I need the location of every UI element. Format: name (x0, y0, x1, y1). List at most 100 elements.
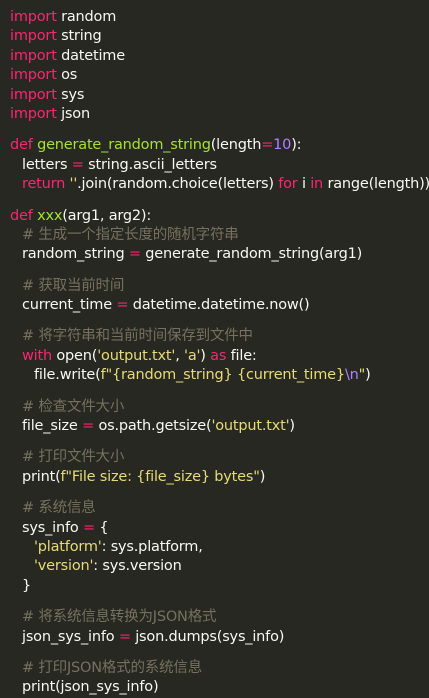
module-name: random (56, 9, 117, 25)
expression: : sys.version (93, 558, 182, 575)
variable: current_time (22, 297, 112, 314)
code-line-close-brace: } (10, 577, 429, 596)
module-name: json (56, 105, 90, 122)
module-name: sys (56, 86, 85, 103)
keyword-import: import (10, 28, 57, 45)
string-literal: f"File size: {file_size} bytes" (60, 468, 260, 485)
operator-eq: = (111, 297, 133, 314)
code-line-def-generate: def generate_random_string(length=10): (10, 136, 429, 155)
escape-sequence: \n (344, 367, 359, 384)
expression: , (175, 347, 185, 364)
keyword-import: import (10, 86, 57, 103)
signature: (arg1, arg2): (62, 207, 152, 224)
code-line-sys-info: sys_info = { (10, 519, 429, 538)
code-line-file-size: file_size = os.path.getsize('output.txt'… (10, 417, 429, 436)
expression: json.dumps(sys_info) (135, 628, 285, 645)
expression: os.path.getsize( (98, 418, 212, 435)
module-name: datetime (56, 47, 125, 64)
variable: random_string (22, 246, 125, 263)
code-line-import-string: import string (10, 27, 429, 46)
expression: : sys.platform, (101, 538, 203, 555)
expression: ) (259, 468, 266, 485)
operator-eq: = (77, 418, 99, 435)
code-comment: # 将字符串和当前时间保存到文件中 (22, 328, 253, 345)
code-comment: # 打印JSON格式的系统信息 (22, 659, 202, 676)
expression: datetime.datetime.now() (132, 297, 310, 314)
string-literal: 'platform' (34, 538, 102, 555)
code-comment: # 将系统信息转换为JSON格式 (22, 609, 217, 626)
function-name: xxx (37, 207, 63, 224)
operator-eq: = (261, 137, 274, 154)
code-line-random-string: random_string = generate_random_string(a… (10, 245, 429, 264)
operator-eq: = (114, 628, 136, 645)
code-comment: # 打印文件大小 (22, 449, 125, 466)
string-literal: f"{random_string} {current_time} (100, 367, 346, 384)
keyword-import: import (10, 9, 57, 25)
code-line-current-time: current_time = datetime.datetime.now() (10, 296, 429, 315)
code-line-import-datetime: import datetime (10, 47, 429, 66)
function-name: generate_random_string (37, 137, 211, 154)
expression: file: (226, 347, 257, 364)
operator-eq: = (67, 156, 89, 173)
keyword-in: in (310, 176, 324, 193)
code-line-file-write: file.write(f"{random_string} {current_ti… (10, 366, 429, 385)
code-comment: # 生成一个指定长度的随机字符串 (22, 226, 239, 243)
brace: } (22, 577, 32, 594)
keyword-import: import (10, 47, 57, 64)
signature-close: ): (291, 137, 302, 154)
string-literal: 'a' (184, 347, 201, 364)
expression: .join(random.choice(letters) (77, 176, 279, 193)
module-name: os (56, 67, 78, 84)
code-line-import-sys: import sys (10, 86, 429, 105)
string-literal: 'output.txt' (97, 347, 176, 364)
expression: ) (289, 418, 295, 435)
string-literal: 'output.txt' (211, 418, 290, 435)
expression: i (297, 176, 311, 193)
code-line-return: return ''.join(random.choice(letters) fo… (10, 175, 429, 194)
code-line-import-json: import json (10, 105, 429, 124)
signature-open: (length (210, 137, 262, 154)
code-line-with-open: with open('output.txt', 'a') as file: (10, 347, 429, 366)
keyword-import: import (10, 67, 57, 84)
module-name: string (56, 28, 102, 45)
keyword-as: as (210, 347, 227, 364)
expression: ) (200, 347, 211, 364)
code-line-def-xxx: def xxx(arg1, arg2): (10, 207, 429, 226)
expression: string.ascii_letters (88, 156, 217, 173)
code-line-platform: 'platform': sys.platform, (10, 538, 429, 557)
operator-eq: = (124, 246, 146, 263)
code-editor[interactable]: import random import string import datet… (0, 0, 429, 695)
variable: sys_info (22, 519, 79, 536)
code-line-version: 'version': sys.version (10, 557, 429, 576)
string-literal: 'version' (34, 558, 94, 575)
code-line-print-json: print(json_sys_info) (10, 678, 429, 697)
keyword-import: import (10, 105, 57, 122)
code-comment: # 系统信息 (22, 500, 96, 517)
expression: print( (22, 468, 61, 485)
variable: letters (22, 156, 68, 173)
code-line-import-os: import os (10, 66, 429, 85)
variable: file_size (22, 418, 78, 435)
keyword-for: for (278, 176, 298, 193)
brace: { (99, 519, 109, 536)
expression: print(json_sys_info) (22, 679, 159, 696)
variable: json_sys_info (22, 628, 115, 645)
expression: ) (365, 367, 371, 384)
code-line-print-size: print(f"File size: {file_size} bytes") (10, 468, 429, 487)
operator-eq: = (78, 519, 100, 536)
expression: open( (51, 347, 98, 364)
keyword-def: def (10, 207, 33, 224)
default-value: 10 (273, 137, 292, 154)
keyword-return: return (22, 176, 66, 193)
code-comment: # 检查文件大小 (22, 398, 125, 415)
keyword-with: with (22, 347, 52, 364)
expression: range(length)) (323, 176, 429, 193)
code-comment: # 获取当前时间 (22, 277, 125, 294)
